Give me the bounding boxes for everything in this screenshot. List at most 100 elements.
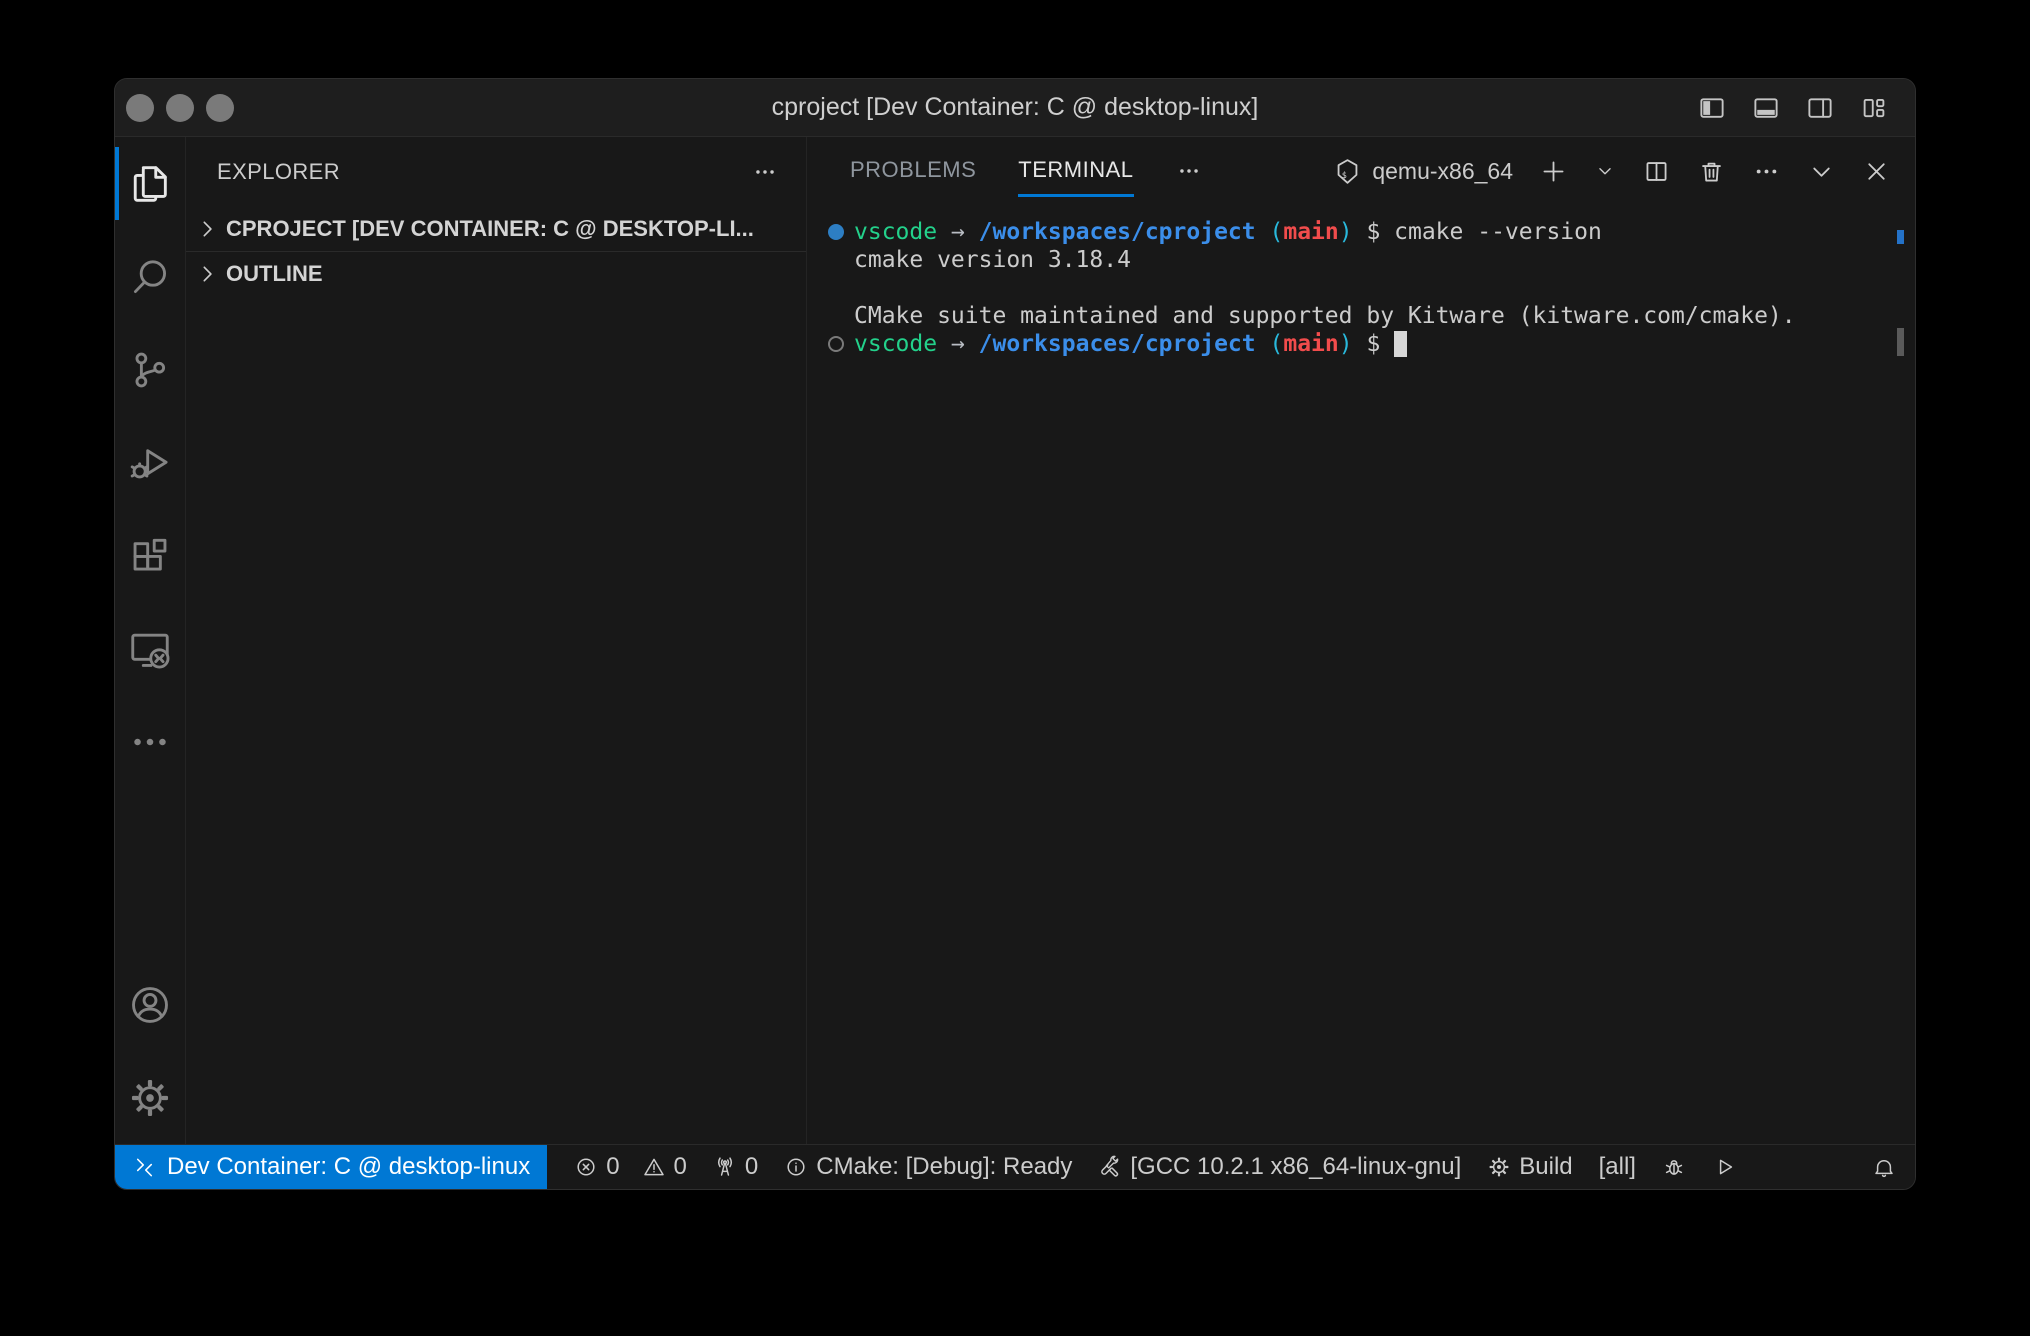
command-decoration-outline-icon[interactable] [828,336,844,352]
terminal-text: /workspaces/cproject [979,218,1256,246]
terminal-text [965,330,979,358]
status-item-ports[interactable]: 0 [700,1145,771,1189]
terminal-text: CMake suite maintained and supported by … [854,302,1796,330]
terminal-line: vscode → /workspaces/cproject (main) $ c… [828,218,1885,246]
activity-item-more[interactable] [115,695,185,788]
terminal-text: ) [1339,218,1353,246]
close-panel-icon[interactable] [1862,157,1891,186]
status-item-text: [GCC 10.2.1 x86_64-linux-gnu] [1130,1153,1461,1181]
status-item-text: Build [1519,1153,1572,1181]
terminal-text: → [951,218,965,246]
activity-item-extensions[interactable] [115,509,185,602]
terminal-text [937,330,951,358]
traffic-lights [115,94,234,122]
terminal-text [1256,218,1270,246]
toggle-secondary-sidebar-icon[interactable] [1805,93,1835,123]
hide-panel-icon[interactable] [1807,157,1836,186]
status-item-cmake-build-target[interactable]: [all] [1586,1145,1649,1189]
status-right-group [1845,1145,1915,1189]
bell-icon [1872,1155,1896,1179]
terminal-text: vscode [854,218,937,246]
kill-terminal-icon[interactable] [1697,157,1726,186]
activity-item-source-control[interactable] [115,323,185,416]
terminal-actions: $ qemu-x86_64 [1333,157,1891,186]
terminal-line: CMake suite maintained and supported by … [828,302,1885,330]
activity-item-run-and-debug[interactable] [115,416,185,509]
warning-icon [642,1155,666,1179]
terminal-text: ) [1339,330,1353,358]
settings-gear-icon [127,1075,173,1121]
panel-more-icon[interactable] [1752,157,1781,186]
account-icon [127,982,173,1028]
activity-bar [115,137,186,1144]
terminal-view[interactable]: vscode → /workspaces/cproject (main) $ c… [807,205,1915,1144]
gear-icon [1487,1155,1511,1179]
terminal-scrollbar-thumb[interactable] [1897,328,1904,356]
status-item-text: 0 [674,1153,687,1181]
terminal-overview-mark-command [1897,230,1904,244]
terminal-profile-cube-icon: $ [1333,157,1362,186]
activity-item-search[interactable] [115,230,185,323]
window-title: cproject [Dev Container: C @ desktop-lin… [115,93,1915,122]
status-item-cmake-launch[interactable] [1699,1145,1749,1189]
panel-tab-bar: PROBLEMS TERMINAL $ qemu-x86_64 [807,137,1915,205]
activity-item-remote-explorer[interactable] [115,602,185,695]
status-item-problems[interactable]: 00 [561,1145,700,1189]
terminal-text [965,218,979,246]
split-terminal-icon[interactable] [1642,157,1671,186]
source-control-icon [127,347,173,393]
activity-item-settings[interactable] [115,1051,185,1144]
terminal-dropdown-icon[interactable] [1594,160,1616,182]
command-decoration-filled-icon[interactable] [828,224,844,240]
remote-indicator[interactable]: Dev Container: C @ desktop-linux [115,1145,547,1189]
section-label: OUTLINE [226,261,323,287]
toggle-panel-icon[interactable] [1751,93,1781,123]
remote-icon [132,1155,157,1180]
terminal-text: $ [1353,330,1395,358]
terminal-line: cmake version 3.18.4 [828,246,1885,274]
terminal-line [828,274,1885,302]
section-label: CPROJECT [DEV CONTAINER: C @ DESKTOP-LI.… [226,216,754,242]
terminal-text: vscode [854,330,937,358]
status-item-text: 0 [745,1153,758,1181]
panel-tabs-more-icon[interactable] [1176,158,1202,184]
zoom-window-button[interactable] [206,94,234,122]
tab-terminal[interactable]: TERMINAL [1018,145,1133,197]
title-bar: cproject [Dev Container: C @ desktop-lin… [115,79,1915,137]
terminal-text: main [1283,218,1338,246]
status-item-cmake-build[interactable]: Build [1474,1145,1585,1189]
extensions-icon [127,533,173,579]
activity-item-explorer[interactable] [115,137,185,230]
terminal-text: ( [1269,218,1283,246]
radio-tower-icon [713,1155,737,1179]
terminal-profile[interactable]: $ qemu-x86_64 [1333,157,1513,186]
toggle-primary-sidebar-icon[interactable] [1697,93,1727,123]
minimize-window-button[interactable] [166,94,194,122]
chevron-right-icon [194,261,220,287]
tools-icon [1098,1155,1122,1179]
status-item-notifications[interactable] [1859,1145,1909,1189]
sidebar-section-outline[interactable]: OUTLINE [186,252,806,296]
status-item-text: 0 [606,1153,619,1181]
sidebar-section-cproject[interactable]: CPROJECT [DEV CONTAINER: C @ DESKTOP-LI.… [186,207,806,252]
explorer-more-actions-icon[interactable] [752,159,778,185]
terminal-text: main [1283,330,1338,358]
status-bar: Dev Container: C @ desktop-linux 000CMak… [115,1144,1915,1189]
activity-item-accounts[interactable] [115,958,185,1051]
status-item-cmake-kit[interactable]: [GCC 10.2.1 x86_64-linux-gnu] [1085,1145,1474,1189]
customize-layout-icon[interactable] [1859,93,1889,123]
status-item-cmake-debug[interactable] [1649,1145,1699,1189]
terminal-profile-label: qemu-x86_64 [1372,158,1513,185]
files-icon [127,161,173,207]
new-terminal-icon[interactable] [1539,157,1568,186]
sidebar-empty-area [186,296,806,1144]
sidebar-title: EXPLORER [217,159,340,185]
terminal-text [1256,330,1270,358]
terminal-line: vscode → /workspaces/cproject (main) $ [828,330,1885,358]
status-item-cmake-status[interactable]: CMake: [Debug]: Ready [771,1145,1085,1189]
close-window-button[interactable] [126,94,154,122]
search-icon [127,254,173,300]
more-icon [127,719,173,765]
svg-text:$: $ [1342,170,1347,180]
tab-problems[interactable]: PROBLEMS [850,145,976,197]
